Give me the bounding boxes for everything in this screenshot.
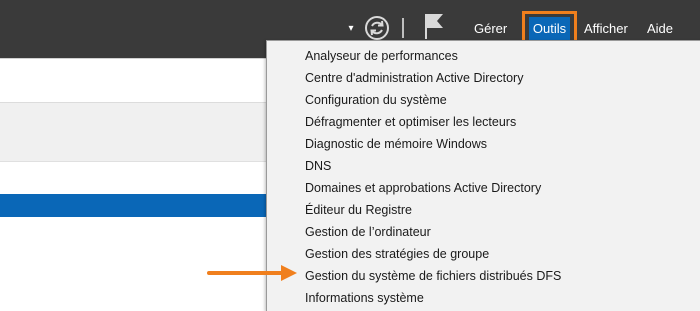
menu-item-editeur-registre[interactable]: Éditeur du Registre [305,200,412,220]
menu-afficher[interactable]: Afficher [584,20,628,38]
toolbar-divider [402,18,404,38]
menu-item-informations-systeme[interactable]: Informations système [305,288,424,308]
menu-item-strategies-groupe[interactable]: Gestion des stratégies de groupe [305,244,489,264]
menu-item-defragmenter[interactable]: Défragmenter et optimiser les lecteurs [305,112,516,132]
menu-item-diagnostic-memoire[interactable]: Diagnostic de mémoire Windows [305,134,487,154]
menu-outils[interactable]: Outils [529,17,570,40]
menu-item-dns[interactable]: DNS [305,156,331,176]
menu-gerer[interactable]: Gérer [474,20,507,38]
refresh-icon[interactable] [364,15,390,41]
menu-item-configuration-systeme[interactable]: Configuration du système [305,90,447,110]
menu-item-analyseur-performances[interactable]: Analyseur de performances [305,46,458,66]
menu-item-centre-administration-ad[interactable]: Centre d'administration Active Directory [305,68,523,88]
selected-nav-item[interactable] [0,194,280,217]
chevron-down-icon[interactable]: ▾ [345,24,357,34]
menu-aide[interactable]: Aide [647,20,673,38]
menu-item-gestion-dfs[interactable]: Gestion du système de fichiers distribué… [305,266,561,286]
annotation-arrow-icon [207,265,297,281]
tools-dropdown-menu: Analyseur de performances Centre d'admin… [266,40,700,311]
notification-flag-icon[interactable] [423,12,445,40]
menu-item-domaines-approbations[interactable]: Domaines et approbations Active Director… [305,178,541,198]
menu-item-gestion-ordinateur[interactable]: Gestion de l’ordinateur [305,222,431,242]
